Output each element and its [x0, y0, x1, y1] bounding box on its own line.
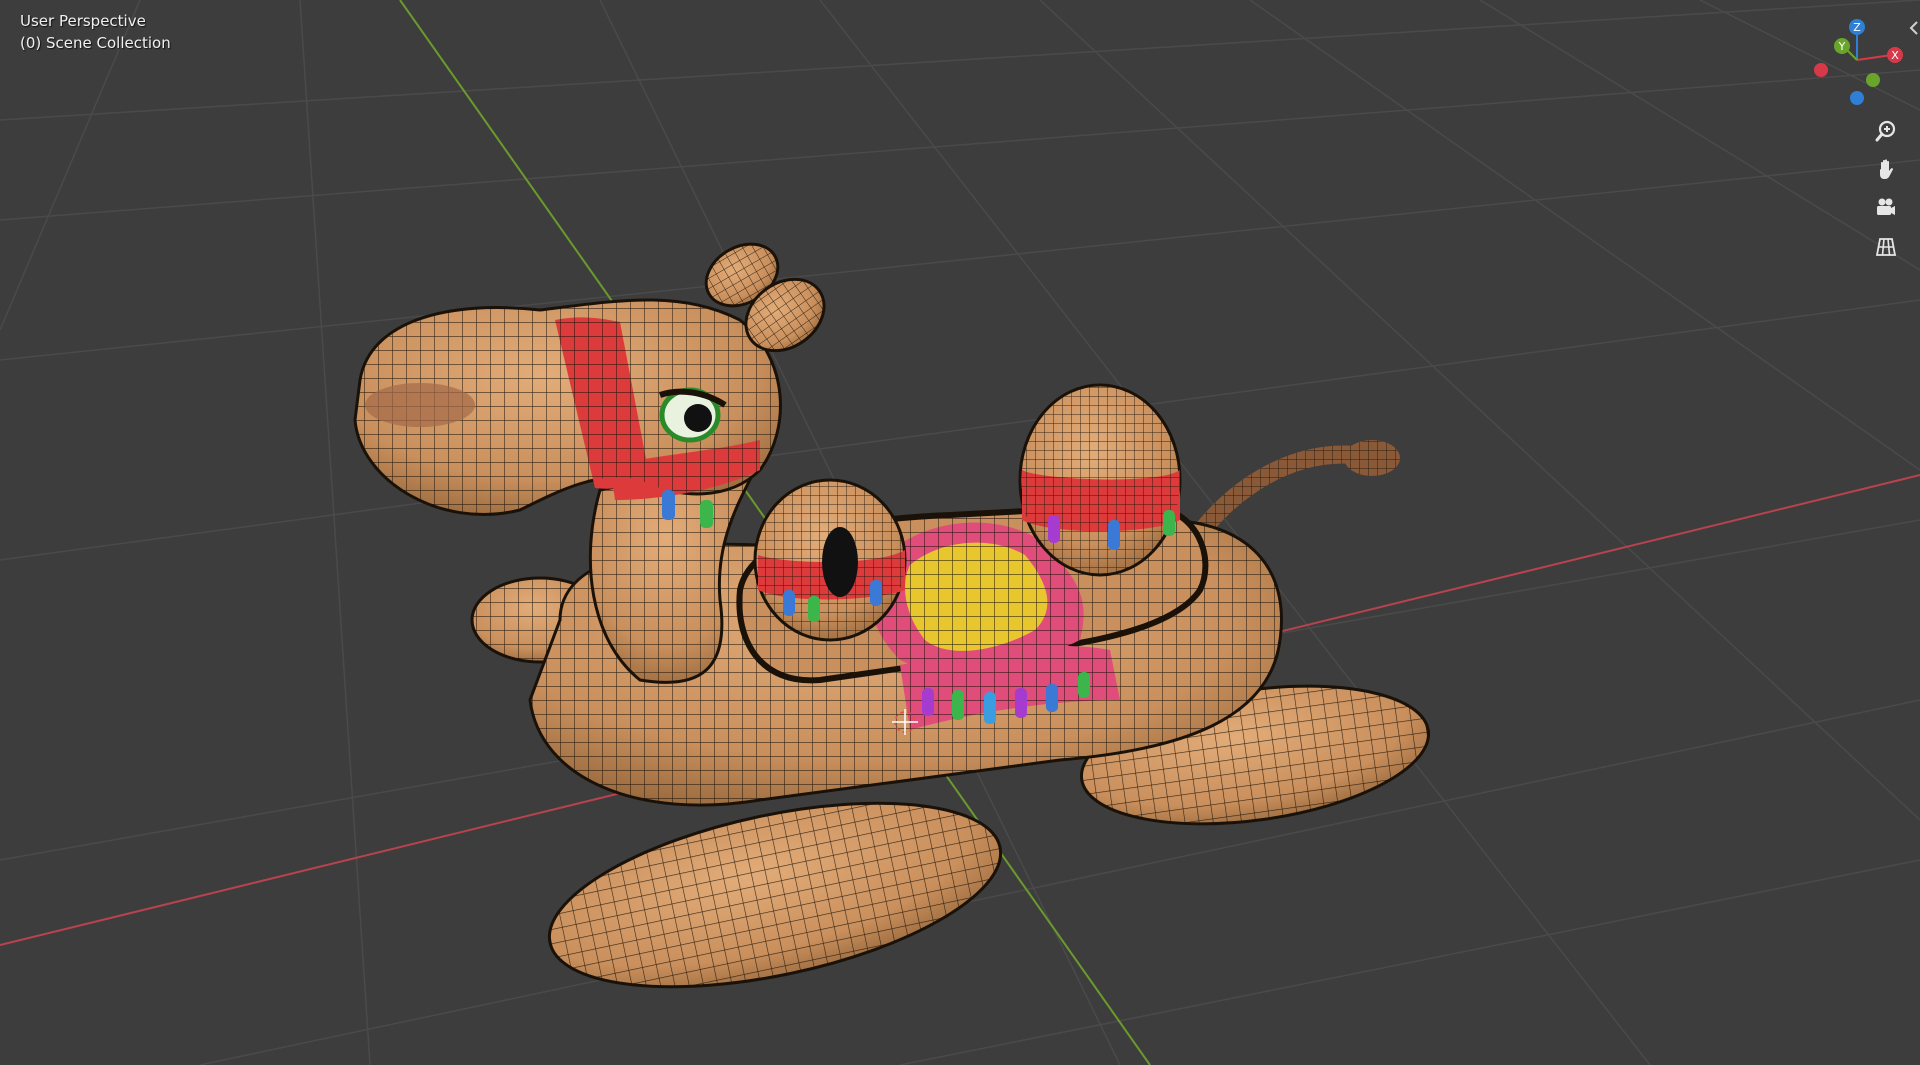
y-axis-label: Y	[1838, 40, 1846, 53]
camel-model	[353, 242, 1431, 989]
chevron-left-icon[interactable]	[1908, 18, 1920, 38]
negative-x-axis-dot	[1814, 63, 1828, 77]
scene-collection-label: (0) Scene Collection	[20, 34, 171, 52]
viewport-scene	[0, 0, 1920, 1065]
toggle-perspective-button[interactable]	[1870, 231, 1902, 263]
hand-icon	[1880, 159, 1893, 179]
3d-viewport[interactable]: User Perspective (0) Scene Collection Z …	[0, 0, 1920, 1065]
negative-y-axis-dot	[1866, 73, 1880, 87]
pan-button[interactable]	[1870, 153, 1902, 185]
view-perspective-label: User Perspective	[20, 12, 146, 30]
zoom-button[interactable]	[1870, 115, 1902, 147]
navigation-gizmo[interactable]: Z Y X	[1800, 10, 1910, 110]
x-axis-label: X	[1891, 49, 1899, 62]
negative-z-axis-dot	[1850, 91, 1864, 105]
zoom-icon	[1875, 120, 1896, 142]
camera-icon	[1877, 198, 1895, 215]
camera-view-button[interactable]	[1870, 192, 1902, 224]
grid-perspective-icon	[1875, 238, 1897, 256]
z-axis-label: Z	[1853, 21, 1861, 34]
